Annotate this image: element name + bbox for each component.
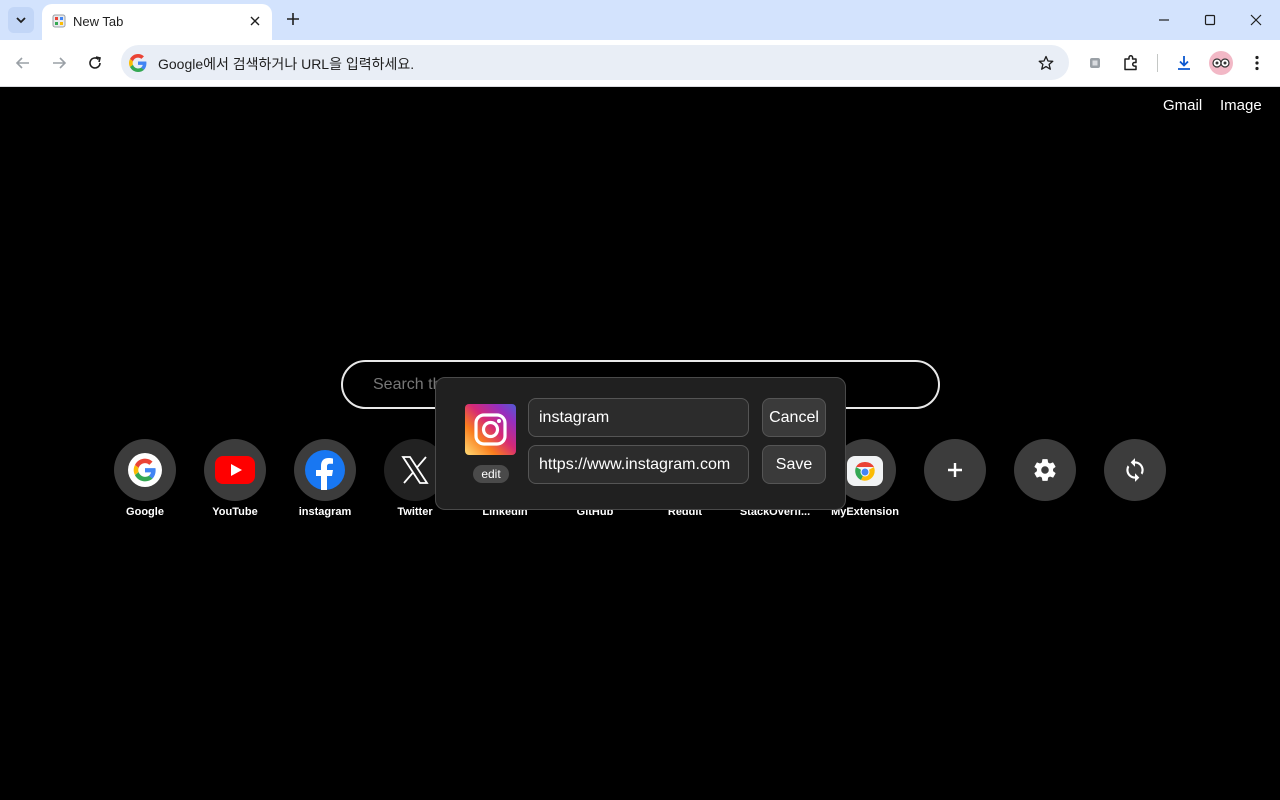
minimize-icon <box>1159 19 1169 21</box>
arrow-left-icon <box>15 57 29 69</box>
plus-icon <box>948 463 962 477</box>
profile-avatar[interactable] <box>1209 51 1233 75</box>
image-link[interactable]: Image <box>1220 97 1262 114</box>
tab-new-tab[interactable]: New Tab <box>42 4 272 40</box>
shortcut-google[interactable]: Google <box>105 439 185 521</box>
reload-button[interactable] <box>82 50 108 76</box>
close-icon <box>250 16 260 26</box>
minimize-button[interactable] <box>1151 8 1177 32</box>
edit-shortcut-dialog: edit Cancel Save <box>435 377 846 510</box>
shortcut-label: YouTube <box>212 506 258 518</box>
facebook-icon <box>305 450 345 490</box>
browser-toolbar: Google에서 검색하거나 URL을 입력하세요. <box>0 40 1280 87</box>
toolbar-divider <box>1157 54 1158 72</box>
new-tab-favicon-icon <box>52 14 66 28</box>
edit-icon-button[interactable]: edit <box>473 465 509 483</box>
refresh-icon <box>1126 458 1144 482</box>
google-icon <box>128 453 162 487</box>
settings-button[interactable] <box>1005 439 1085 521</box>
extension-button[interactable] <box>1084 52 1106 74</box>
chevron-down-icon <box>16 17 26 24</box>
cancel-button[interactable]: Cancel <box>762 398 826 437</box>
shortcut-instagram[interactable]: instagram <box>285 439 365 521</box>
tab-title: New Tab <box>73 14 124 29</box>
shortcut-circle <box>924 439 986 501</box>
youtube-icon <box>215 456 255 484</box>
instagram-icon <box>465 404 516 455</box>
maximize-button[interactable] <box>1197 8 1223 32</box>
maximize-icon <box>1204 14 1216 26</box>
shortcut-circle <box>1104 439 1166 501</box>
close-window-button[interactable] <box>1243 8 1269 32</box>
address-bar[interactable]: Google에서 검색하거나 URL을 입력하세요. <box>121 45 1069 80</box>
x-icon <box>401 456 429 484</box>
plus-icon <box>287 13 299 25</box>
refresh-button[interactable] <box>1095 439 1175 521</box>
shortcut-circle <box>294 439 356 501</box>
new-tab-button[interactable] <box>282 8 304 30</box>
search-placeholder: Search th <box>373 376 442 393</box>
bookmark-button[interactable] <box>1036 53 1056 73</box>
close-tab-button[interactable] <box>246 12 264 30</box>
shortcut-url-input[interactable] <box>528 445 749 484</box>
star-icon <box>1038 55 1054 70</box>
download-icon <box>1178 56 1190 70</box>
new-tab-page: Gmail Image Search th Google YouTube ins… <box>0 87 1280 800</box>
tab-search-button[interactable] <box>8 7 34 33</box>
browser-menu-button[interactable] <box>1246 52 1268 74</box>
shortcut-label: Google <box>126 506 164 518</box>
address-placeholder: Google에서 검색하거나 URL을 입력하세요. <box>158 56 415 72</box>
gmail-link[interactable]: Gmail <box>1163 97 1202 114</box>
puzzle-icon <box>1124 54 1137 71</box>
more-vert-icon <box>1255 55 1259 71</box>
extensions-menu-button[interactable] <box>1120 52 1142 74</box>
shortcut-youtube[interactable]: YouTube <box>195 439 275 521</box>
arrow-right-icon <box>53 57 67 69</box>
gear-icon <box>1034 459 1056 481</box>
tab-strip: New Tab <box>0 0 1280 40</box>
shortcut-circle <box>1014 439 1076 501</box>
shortcut-thumbnail[interactable] <box>465 404 516 455</box>
close-icon <box>1250 14 1262 26</box>
downloads-button[interactable] <box>1173 52 1195 74</box>
google-g-icon <box>129 54 147 72</box>
sunglasses-avatar-icon <box>1212 58 1230 68</box>
extension-puzzle-gray-icon <box>1090 58 1100 68</box>
shortcut-circle <box>114 439 176 501</box>
shortcut-label: instagram <box>298 506 352 518</box>
back-button[interactable] <box>10 50 36 76</box>
chrome-icon <box>847 456 883 486</box>
shortcut-name-input[interactable] <box>528 398 749 437</box>
shortcut-circle <box>204 439 266 501</box>
forward-button[interactable] <box>46 50 72 76</box>
reload-icon <box>89 56 101 69</box>
add-shortcut-button[interactable] <box>915 439 995 521</box>
save-button[interactable]: Save <box>762 445 826 484</box>
